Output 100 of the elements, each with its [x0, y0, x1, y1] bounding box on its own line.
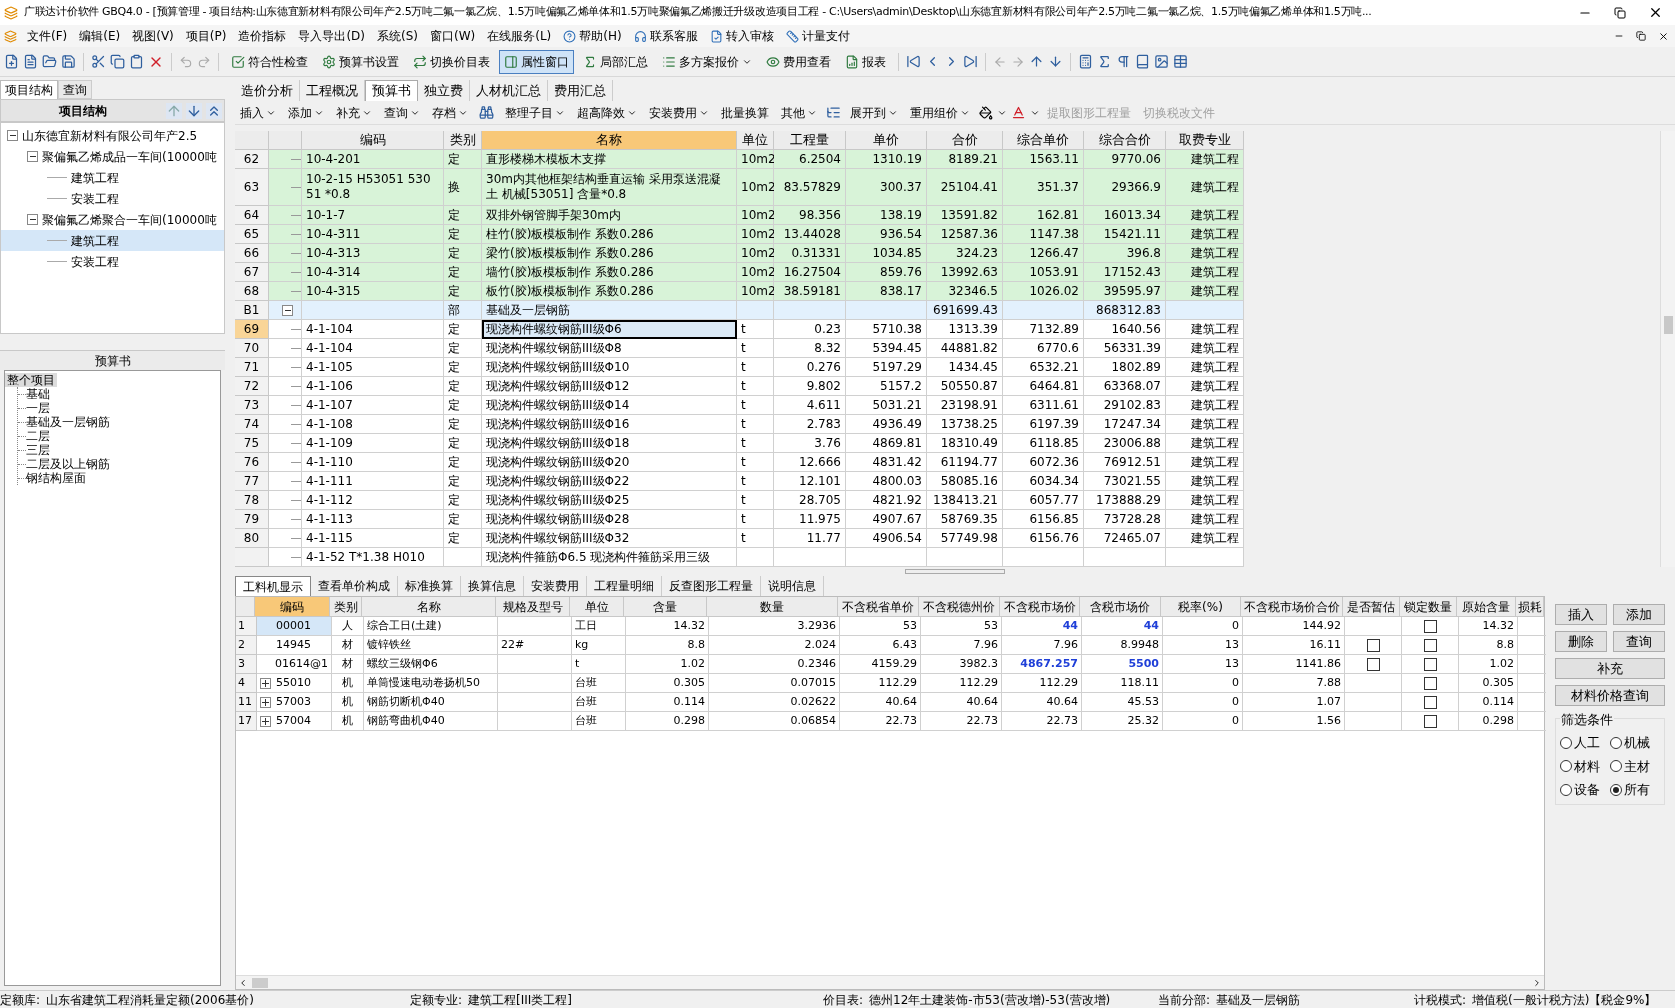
side-button[interactable]: 添加 [1613, 604, 1665, 625]
toolbar-button[interactable]: 重用组价 [905, 101, 975, 124]
menu-item[interactable]: 视图(V) [126, 27, 180, 45]
menu-item[interactable]: 编辑(E) [73, 27, 127, 45]
toolbar-button[interactable]: 预算书设置 [317, 49, 404, 74]
radio-option[interactable]: 人工 [1560, 733, 1610, 753]
column-header[interactable]: 综合单价 [1003, 131, 1084, 150]
toolbar-button[interactable]: 属性窗口 [499, 49, 574, 74]
checkbox[interactable] [1423, 714, 1437, 728]
menu-item[interactable]: 在线服务(L) [481, 27, 558, 45]
tree-label[interactable]: 基础及一层钢筋 [26, 415, 110, 429]
toolbar-button[interactable]: 存档 [427, 101, 473, 124]
function-icon[interactable] [1097, 54, 1112, 69]
column-header[interactable]: 单价 [846, 131, 927, 150]
toolbar-button[interactable]: 安装费用 [644, 101, 714, 124]
row-number[interactable]: 11 [236, 693, 257, 712]
side-button[interactable]: 材料价格查询 [1555, 685, 1665, 706]
row-number[interactable]: 4 [236, 674, 257, 693]
checkbox[interactable] [1423, 676, 1437, 690]
tab[interactable]: 独立费 [418, 80, 470, 101]
row-number[interactable]: 71 [235, 358, 269, 377]
row-number[interactable]: 69 [235, 320, 269, 339]
save-icon[interactable] [61, 54, 76, 69]
radio-button[interactable] [1560, 760, 1572, 773]
column-header[interactable]: 数量 [707, 597, 838, 617]
cut-icon[interactable] [91, 54, 106, 69]
tree-label[interactable]: 基础 [26, 387, 50, 401]
checkbox[interactable] [1366, 638, 1380, 652]
folder-icon[interactable] [42, 54, 57, 69]
collapse-icon[interactable] [7, 130, 18, 141]
column-header[interactable]: 单位 [737, 131, 774, 150]
toolbar-button[interactable]: 其他 [776, 101, 822, 124]
radio-option[interactable]: 机械 [1610, 733, 1660, 753]
column-header[interactable]: 类别 [330, 597, 362, 617]
radio-button[interactable] [1610, 760, 1622, 773]
toolbar-button[interactable]: 批量换算 [716, 101, 774, 124]
radio-option[interactable]: 所有 [1610, 780, 1660, 800]
toolbar-button[interactable]: 费用查看 [761, 49, 836, 74]
row-number[interactable]: 77 [235, 472, 269, 491]
first-icon[interactable] [906, 54, 921, 69]
row-number[interactable]: 2 [236, 636, 257, 655]
scroll-left-icon[interactable] [238, 977, 248, 988]
scroll-thumb[interactable] [1664, 316, 1673, 334]
side-button[interactable]: 补充 [1555, 658, 1665, 679]
column-header[interactable]: 工程量 [774, 131, 846, 150]
toolbar-button[interactable]: 局部汇总 [578, 49, 653, 74]
column-header[interactable]: 类别 [444, 131, 482, 150]
image-icon[interactable] [1154, 54, 1169, 69]
panel-tab[interactable]: 项目结构 [0, 80, 58, 99]
column-header[interactable]: 综合合价 [1084, 131, 1166, 150]
toolbar-button[interactable]: 整理子目 [500, 101, 570, 124]
row-number[interactable]: 74 [235, 415, 269, 434]
toolbar-button[interactable]: 超高降效 [572, 101, 642, 124]
side-button[interactable]: 查询 [1613, 631, 1665, 652]
row-number[interactable]: 67 [235, 263, 269, 282]
tree-label[interactable]: 一层 [26, 401, 50, 415]
tree-label[interactable]: 钢结构屋面 [26, 471, 86, 485]
radio-option[interactable]: 设备 [1560, 780, 1610, 800]
last-icon[interactable] [963, 54, 978, 69]
scroll-right-icon[interactable] [1532, 977, 1542, 988]
tree-row[interactable]: 安装工程 [1, 188, 224, 209]
column-header[interactable]: 不含税省单价 [838, 597, 919, 617]
collapse-icon[interactable] [27, 151, 38, 162]
column-header[interactable]: 规格及型号 [496, 597, 570, 617]
toolbar-button[interactable]: 展开到 [845, 101, 903, 124]
column-header[interactable]: 单位 [570, 597, 624, 617]
tree-row[interactable]: 建筑工程 [1, 230, 224, 251]
toolbar-button[interactable]: 查询 [379, 101, 425, 124]
tree-row[interactable]: 安装工程 [1, 251, 224, 272]
scrollbar[interactable] [236, 975, 1544, 989]
row-number[interactable]: 17 [236, 712, 257, 731]
tree-label[interactable]: 二层 [26, 429, 50, 443]
checkbox[interactable] [1423, 657, 1437, 671]
restore-icon[interactable] [1636, 31, 1646, 41]
row-number[interactable]: 65 [235, 225, 269, 244]
tree-row[interactable]: 聚偏氟乙烯聚合一车间(10000吨 [1, 209, 224, 230]
menu-item[interactable]: 造价指标 [232, 27, 293, 45]
font-color-icon[interactable] [1011, 105, 1026, 120]
tab[interactable]: 人材机汇总 [470, 80, 548, 101]
column-header[interactable]: 名称 [482, 131, 737, 150]
close-icon[interactable] [1658, 30, 1669, 42]
column-header[interactable]: 原始含量 [1457, 597, 1516, 617]
column-header[interactable]: 名称 [362, 597, 496, 617]
row-number[interactable]: 64 [235, 206, 269, 225]
tree-row[interactable]: 聚偏氟乙烯成品一车间(10000吨 [1, 146, 224, 167]
tree-label[interactable]: 二层及以上钢筋 [26, 457, 110, 471]
paint-bucket-icon[interactable] [979, 105, 993, 120]
paste-icon[interactable] [129, 54, 144, 69]
calculator-icon[interactable] [1078, 54, 1093, 69]
expand-icon[interactable] [260, 677, 271, 689]
row-number[interactable]: B1 [235, 301, 269, 320]
column-header[interactable]: 取费专业 [1166, 131, 1244, 150]
radio-button[interactable] [1560, 736, 1572, 749]
row-number[interactable]: 3 [236, 655, 257, 674]
row-number[interactable]: 79 [235, 510, 269, 529]
collapse-icon[interactable] [27, 214, 38, 225]
toolbar-button[interactable]: 多方案报价 [657, 49, 757, 74]
row-number[interactable]: 68 [235, 282, 269, 301]
tree-row[interactable]: 山东德宜新材料有限公司年产2.5 [1, 125, 224, 146]
toolbar-button[interactable]: 报表 [840, 49, 891, 74]
